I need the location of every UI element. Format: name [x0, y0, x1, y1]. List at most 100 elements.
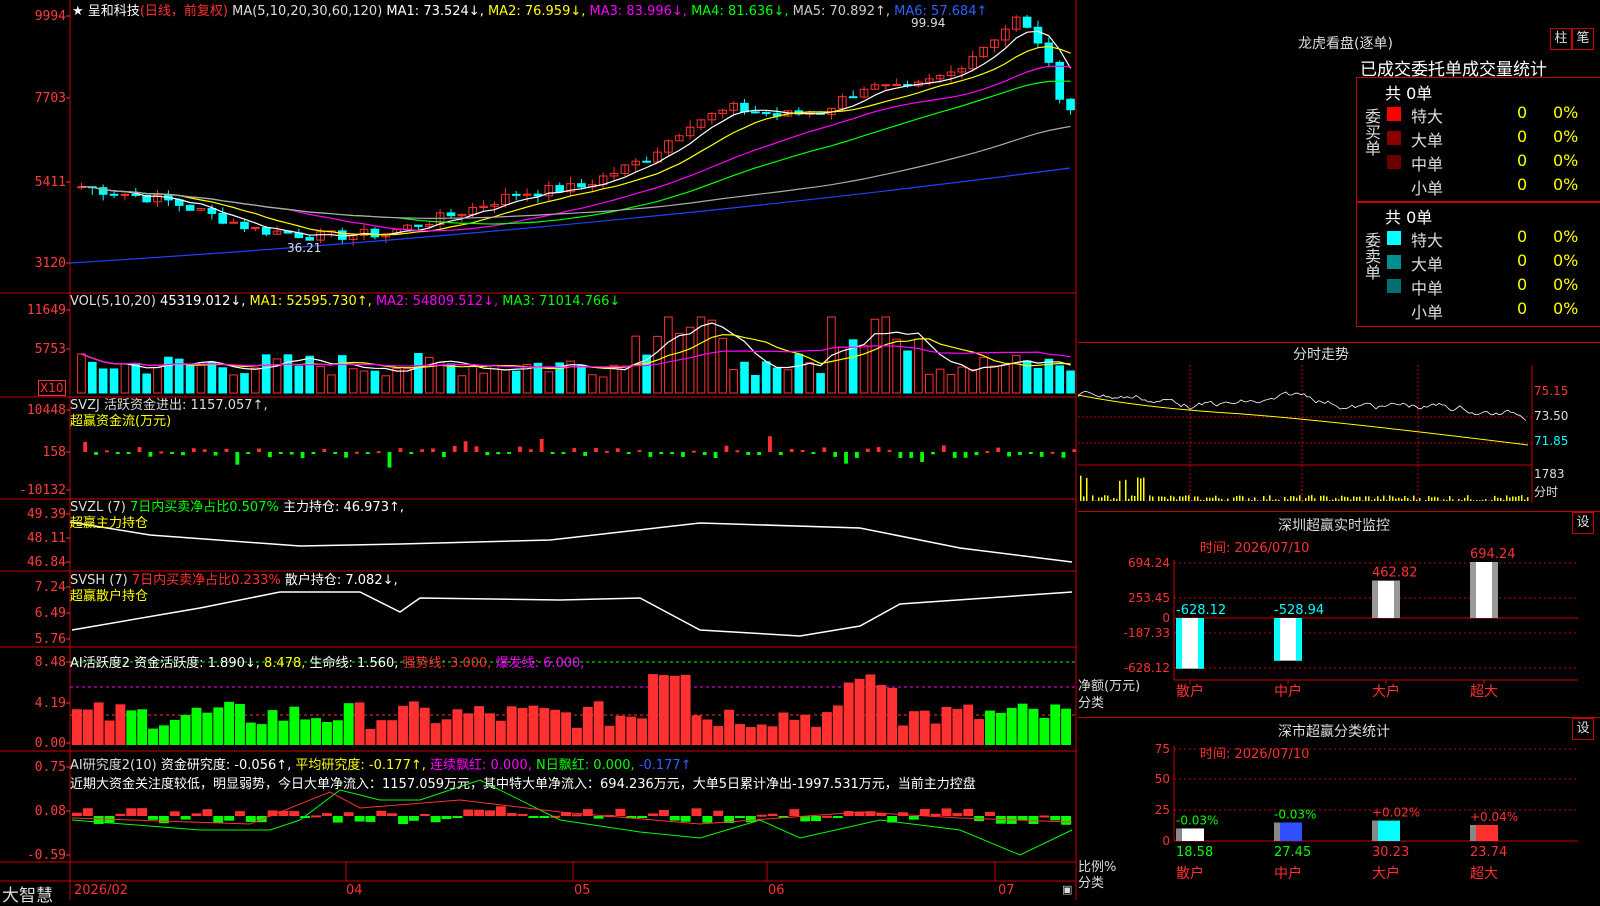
- svsh-label: SVSH (7): [70, 573, 128, 588]
- volume-bar: [991, 366, 999, 393]
- activity-bar: [322, 722, 332, 745]
- volume-bar: [545, 372, 553, 393]
- activity-bar: [344, 703, 354, 745]
- fenshi-vol-bar: [1365, 496, 1367, 501]
- svzj-header: SVZJ 活跃资金进出: 1157.057↑, 超赢资金流(万元): [70, 398, 268, 430]
- activity-bar: [648, 674, 658, 745]
- volume-bar: [871, 319, 879, 393]
- fund-flow-bar: [1018, 452, 1022, 455]
- volume-bar: [817, 374, 825, 393]
- fenshi-vol-bar: [1473, 500, 1475, 501]
- activity-bar: [474, 706, 484, 745]
- volume-bar: [730, 370, 738, 393]
- volume-bar: [784, 370, 792, 393]
- fund-flow-bar: [464, 441, 468, 452]
- color-swatch: [1387, 279, 1401, 293]
- candle-body: [893, 84, 901, 85]
- star-icon[interactable]: ★: [72, 4, 84, 19]
- fund-flow-bar: [1007, 452, 1011, 457]
- period-label[interactable]: (日线，前复权): [140, 4, 228, 19]
- fund-flow-bar: [257, 449, 261, 452]
- research-bar: [985, 812, 995, 816]
- activity-bar: [833, 705, 843, 745]
- fund-flow-bar: [866, 449, 870, 452]
- fenshi-vol-bar: [1293, 496, 1295, 501]
- fund-flow-bar: [301, 452, 305, 458]
- fenshi-vol-bar: [1119, 481, 1121, 501]
- fenshi-vol-bar: [1152, 496, 1154, 501]
- price-label-0: 9994: [35, 9, 66, 24]
- research-bar: [333, 816, 343, 823]
- sell-count: 0: [1517, 227, 1527, 246]
- buy-name: 大单: [1411, 127, 1443, 151]
- fenshi-vol-bar: [1491, 500, 1493, 501]
- research-bar: [365, 816, 375, 822]
- fenshi-vol-bar: [1512, 496, 1514, 501]
- pen-mode-button[interactable]: 笔: [1572, 28, 1594, 50]
- research-bar: [170, 811, 180, 816]
- lock-icon[interactable]: ▣: [1062, 883, 1072, 896]
- research-bar: [822, 816, 832, 818]
- stats-xtitle: 分类: [1078, 872, 1104, 891]
- activity-bar: [181, 715, 191, 745]
- research-bar: [202, 809, 212, 816]
- monitor-bar-edge: [1372, 581, 1378, 618]
- activity-bar: [1061, 709, 1071, 745]
- sell-section: 委卖单 共 0单 特大00%大单00%中单00%小单00%: [1356, 201, 1600, 327]
- activity-bar: [170, 720, 180, 745]
- volume-bar: [839, 347, 847, 393]
- fenshi-vol-bar: [1470, 499, 1472, 501]
- activity-bar: [518, 708, 528, 745]
- activity-bar: [246, 723, 256, 745]
- fenshi-vol-bar: [1323, 496, 1325, 501]
- fund-flow-bar: [246, 452, 250, 454]
- activity-bar: [333, 720, 343, 745]
- fenshi-vol-bar: [1482, 500, 1484, 501]
- stats-change-label: -0.03%: [1176, 813, 1218, 827]
- activity-bar: [365, 729, 375, 745]
- lhkp-title: 龙虎看盘(逐单): [1298, 33, 1393, 53]
- svzj-title: 超赢资金流(万元): [70, 414, 268, 430]
- ai2-label: AI活跃度2 资金活跃度: 1.890↓,: [70, 656, 260, 671]
- svzl-header: SVZL (7) 7日内买卖净占比0.507% 主力持仓: 46.973↑, 超…: [70, 500, 404, 532]
- svzj-label-1: 158: [43, 445, 66, 460]
- activity-bar: [235, 704, 245, 745]
- activity-bar: [931, 724, 941, 745]
- fenshi-vol-bar: [1107, 496, 1109, 501]
- activity-bar: [311, 718, 321, 745]
- research-bar: [529, 816, 539, 818]
- bar-mode-button[interactable]: 柱: [1550, 28, 1572, 50]
- fenshi-vol-bar: [1335, 498, 1337, 501]
- fund-flow-bar: [877, 447, 881, 452]
- fenshi-vol-bar: [1359, 497, 1361, 501]
- sell-pct: 0%: [1553, 275, 1578, 294]
- sell-name: 大单: [1411, 251, 1443, 275]
- fenshi-vol-bar: [1236, 496, 1238, 501]
- svzj-label: SVZJ 活跃资金进出: 1157.057↑,: [70, 398, 268, 414]
- volume-bar: [480, 373, 488, 393]
- monitor-bar-label: -528.94: [1274, 603, 1324, 618]
- fenshi-vol-bar: [1170, 496, 1172, 501]
- volume-bar: [686, 327, 694, 393]
- volume-bar: [795, 354, 803, 393]
- fenshi-panel[interactable]: 分时走势 75.15 73.50 71.85 1783 分时: [1078, 342, 1600, 503]
- res-avg2: -0.177↑: [639, 758, 692, 773]
- volume-bar: [262, 355, 270, 393]
- volume-bar: [752, 375, 760, 393]
- volume-bar: [806, 363, 814, 393]
- fund-flow-bar: [1029, 452, 1033, 454]
- activity-bar: [463, 713, 473, 745]
- fenshi-vol-bar: [1446, 500, 1448, 501]
- fenshi-vol-bar: [1500, 498, 1502, 501]
- buy-count: 0: [1517, 151, 1527, 170]
- activity-bar: [605, 726, 615, 745]
- activity-bar: [1039, 718, 1049, 745]
- volume-bar: [78, 354, 86, 393]
- ma4-value: MA4: 81.636↓,: [691, 4, 788, 19]
- svzl-label-2: 46.84: [27, 555, 66, 570]
- fund-flow-bar: [746, 452, 750, 455]
- fund-flow-bar: [670, 452, 674, 454]
- research-bar: [137, 808, 147, 816]
- volume-bar: [1056, 366, 1064, 393]
- fund-flow-bar: [83, 442, 87, 452]
